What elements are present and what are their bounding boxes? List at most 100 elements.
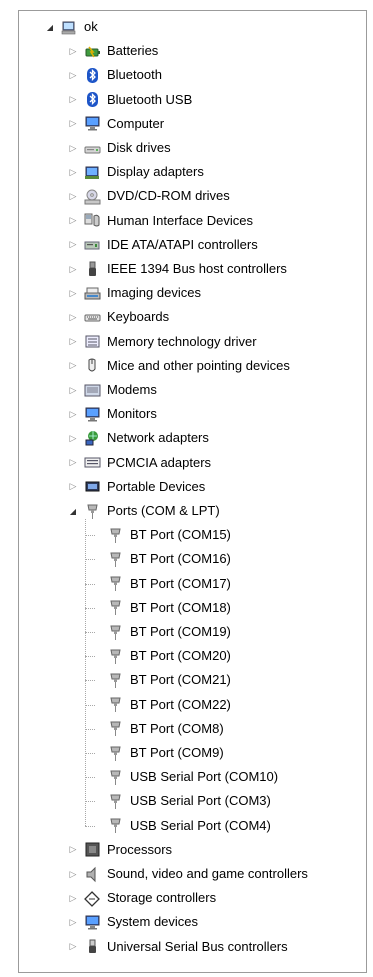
- tree-guide-branch: [85, 656, 95, 658]
- tree-item-bt-port-com20[interactable]: BT Port (COM20): [91, 644, 231, 668]
- tree-item-usb-serial-port-com3[interactable]: USB Serial Port (COM3): [91, 789, 271, 813]
- tree-item-label: USB Serial Port (COM3): [130, 793, 271, 809]
- expand-arrow-icon[interactable]: ▷: [68, 70, 78, 80]
- port-icon: [107, 769, 124, 786]
- expand-arrow-icon[interactable]: ▷: [68, 143, 78, 153]
- speaker-icon: [84, 866, 101, 883]
- tree-item-bt-port-com21[interactable]: BT Port (COM21): [91, 668, 231, 692]
- tree-item-storage-controllers[interactable]: ▷ Storage controllers: [68, 886, 216, 910]
- tree-item-keyboards[interactable]: ▷ Keyboards: [68, 305, 170, 329]
- tree-item-label: BT Port (COM16): [130, 551, 231, 567]
- tree-guide-line: [85, 519, 86, 826]
- tree-item-bt-port-com18[interactable]: BT Port (COM18): [91, 596, 231, 620]
- tree-item-network-adapters[interactable]: ▷ Network adapters: [68, 426, 209, 450]
- expand-arrow-icon[interactable]: ▷: [68, 433, 78, 443]
- expand-arrow-icon[interactable]: ▷: [68, 360, 78, 371]
- modem-icon: [84, 382, 101, 399]
- tree-item-usb-serial-port-com10[interactable]: USB Serial Port (COM10): [91, 765, 278, 789]
- expand-arrow-icon[interactable]: ▷: [68, 457, 78, 468]
- keyboard-icon: [84, 309, 101, 326]
- tree-item-label: BT Port (COM19): [130, 624, 231, 639]
- tree-guide-branch: [85, 607, 95, 609]
- tree-guide-branch: [85, 728, 95, 730]
- tree-item-imaging-devices[interactable]: ▷ Imaging devices: [68, 281, 201, 305]
- scanner-icon: [84, 285, 101, 302]
- tree-item-bt-port-com22[interactable]: BT Port (COM22): [91, 693, 231, 717]
- tree-item-computer[interactable]: ▷ Computer: [68, 112, 164, 136]
- tree-item-label: Mice and other pointing devices: [107, 357, 290, 373]
- tree-root-ok[interactable]: ◢ ok: [45, 15, 98, 39]
- tree-item-processors[interactable]: ▷ Processors: [68, 838, 172, 862]
- tree-item-display-adapters[interactable]: ▷ Display adapters: [68, 160, 204, 184]
- tree-item-bt-port-com16[interactable]: BT Port (COM16): [91, 547, 231, 571]
- tree-item-bt-port-com17[interactable]: BT Port (COM17): [91, 572, 231, 596]
- tree-item-label: BT Port (COM20): [130, 648, 231, 664]
- port-icon: [107, 720, 124, 737]
- tree-item-batteries[interactable]: ▷ Batteries: [68, 39, 159, 63]
- port-icon: [107, 575, 124, 592]
- tree-item-bluetooth-usb[interactable]: ▷ Bluetooth USB: [68, 88, 192, 112]
- expand-arrow-icon[interactable]: ▷: [68, 844, 78, 855]
- collapse-arrow-icon[interactable]: ◢: [68, 506, 78, 516]
- tree-item-label: BT Port (COM17): [130, 575, 231, 591]
- expand-arrow-icon[interactable]: ▷: [68, 264, 78, 274]
- expand-arrow-icon[interactable]: ▷: [68, 94, 78, 105]
- expand-arrow-icon[interactable]: ▷: [68, 46, 78, 56]
- tree-item-label: USB Serial Port (COM10): [130, 769, 279, 785]
- tree-item-bluetooth[interactable]: ▷ Bluetooth: [68, 63, 162, 87]
- tree-item-bt-port-com15[interactable]: BT Port (COM15): [91, 523, 231, 547]
- expand-arrow-icon[interactable]: ▷: [68, 409, 78, 419]
- expand-arrow-icon[interactable]: ▷: [68, 239, 78, 250]
- processor-icon: [84, 841, 101, 858]
- tree-item-ieee-1394-bus-host-controllers[interactable]: ▷ IEEE 1394 Bus host controllers: [68, 257, 287, 281]
- expand-arrow-icon[interactable]: ▷: [68, 191, 78, 201]
- expand-arrow-icon[interactable]: ▷: [68, 941, 78, 952]
- expand-arrow-icon[interactable]: ▷: [68, 118, 78, 129]
- tree-item-monitors[interactable]: ▷ Monitors: [68, 402, 157, 426]
- tree-item-label: Computer: [107, 115, 165, 131]
- expand-arrow-icon[interactable]: ▷: [68, 312, 78, 322]
- expand-arrow-icon[interactable]: ▷: [68, 336, 78, 347]
- tree-item-mice-and-other-pointing-devices[interactable]: ▷ Mice and other pointing devices: [68, 354, 290, 378]
- port-icon: [107, 624, 124, 641]
- expand-arrow-icon[interactable]: ▷: [68, 893, 78, 903]
- tree-item-human-interface-devices[interactable]: ▷ Human Interface Devices: [68, 209, 253, 233]
- expand-arrow-icon[interactable]: ▷: [68, 215, 78, 226]
- battery-icon: [84, 43, 101, 60]
- tree-item-label: Portable Devices: [107, 478, 206, 494]
- tree-item-usb-serial-port-com4[interactable]: USB Serial Port (COM4): [91, 814, 271, 838]
- tree-item-label: BT Port (COM9): [130, 745, 224, 760]
- tree-item-ide-ata-atapi-controllers[interactable]: ▷ IDE ATA/ATAPI controllers: [68, 233, 258, 257]
- collapse-arrow-icon[interactable]: ◢: [45, 22, 55, 32]
- tree-item-portable-devices[interactable]: ▷ Portable Devices: [68, 475, 206, 499]
- expand-arrow-icon[interactable]: ▷: [68, 481, 78, 492]
- tree-item-memory-technology-driver[interactable]: ▷ Memory technology driver: [68, 330, 257, 354]
- tree-item-bt-port-com9[interactable]: BT Port (COM9): [91, 741, 224, 765]
- expand-arrow-icon[interactable]: ▷: [68, 167, 78, 177]
- tree-item-label: BT Port (COM15): [130, 527, 231, 543]
- tree-item-sound-video-and-game-controllers[interactable]: ▷ Sound, video and game controllers: [68, 862, 308, 886]
- tree-item-label: Storage controllers: [107, 890, 217, 906]
- expand-arrow-icon[interactable]: ▷: [68, 869, 78, 879]
- tree-item-label: Human Interface Devices: [107, 212, 253, 228]
- tree-guide-branch: [85, 753, 95, 754]
- tree-item-system-devices[interactable]: ▷ System devices: [68, 910, 198, 934]
- tree-item-label: USB Serial Port (COM4): [130, 817, 271, 833]
- tree-item-bt-port-com8[interactable]: BT Port (COM8): [91, 717, 224, 741]
- portable-device-icon: [84, 478, 101, 495]
- expand-arrow-icon[interactable]: ▷: [68, 917, 78, 927]
- tree-item-pcmcia-adapters[interactable]: ▷ PCMCIA adapters: [68, 451, 212, 475]
- expand-arrow-icon[interactable]: ▷: [68, 385, 78, 395]
- tree-item-ports-com-lpt[interactable]: ◢ Ports (COM & LPT): [68, 499, 220, 523]
- tree-item-dvd-cd-rom-drives[interactable]: ▷ DVD/CD-ROM drives: [68, 184, 230, 208]
- expand-arrow-icon[interactable]: ▷: [68, 288, 78, 298]
- tree-item-modems[interactable]: ▷ Modems: [68, 378, 157, 402]
- tree-item-universal-serial-bus-controllers[interactable]: ▷ Universal Serial Bus controllers: [68, 935, 288, 959]
- tree-item-bt-port-com19[interactable]: BT Port (COM19): [91, 620, 231, 644]
- tree-item-disk-drives[interactable]: ▷ Disk drives: [68, 136, 171, 160]
- tree-item-label: Processors: [107, 841, 173, 857]
- tree-item-label: Memory technology driver: [107, 333, 257, 349]
- tree-guide-branch: [85, 583, 95, 585]
- bluetooth-icon: [84, 91, 101, 108]
- port-icon: [107, 793, 124, 810]
